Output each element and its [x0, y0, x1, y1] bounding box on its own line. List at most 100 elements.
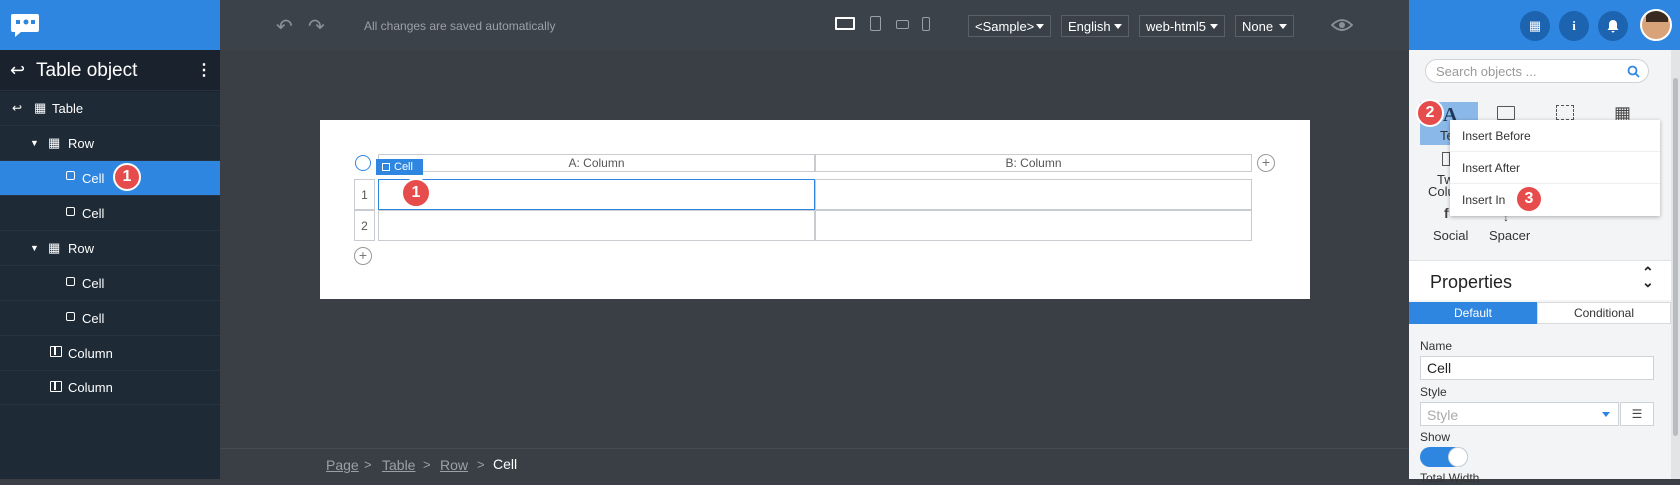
tree-item-cell[interactable]: Cell — [0, 265, 220, 300]
redo-icon[interactable]: ↷ — [308, 14, 325, 39]
two-column-icon[interactable] — [1442, 152, 1450, 166]
show-label: Show — [1420, 430, 1451, 444]
app-logo[interactable] — [0, 0, 220, 50]
more-vert-icon[interactable]: ⋮ — [196, 60, 212, 80]
step-badge: 1 — [113, 163, 141, 191]
tree-item-cell[interactable]: Cell — [0, 300, 220, 335]
tree-item-table[interactable]: ↩ ▦ Table — [0, 90, 220, 125]
social-icon[interactable]: f — [1444, 205, 1449, 221]
desktop-icon[interactable] — [835, 17, 855, 30]
tree-item-cell[interactable]: Cell — [0, 195, 220, 230]
save-status: All changes are saved automatically — [364, 19, 556, 33]
table-cell-2b[interactable] — [815, 210, 1252, 241]
tree-item-label: Cell — [82, 275, 105, 291]
tree-item-column[interactable]: Column — [0, 370, 220, 405]
frame-icon[interactable] — [1556, 105, 1574, 120]
collapse-icon[interactable]: ⌃ ⌄ — [1642, 265, 1654, 289]
object-label-social: Social — [1433, 228, 1469, 243]
apps-grid-icon[interactable]: ▦ — [1520, 11, 1550, 41]
breadcrumb-separator: > — [477, 457, 485, 472]
caret-down-icon[interactable]: ▼ — [30, 138, 39, 148]
tab-default[interactable]: Default — [1409, 302, 1537, 324]
caret-down-icon — [1602, 412, 1610, 417]
tablet-landscape-icon[interactable] — [896, 20, 909, 29]
scrollbar-thumb[interactable] — [1673, 78, 1678, 436]
column-header-b[interactable]: B: Column — [815, 154, 1252, 172]
name-field[interactable]: Cell — [1420, 356, 1654, 380]
preview-eye-icon[interactable] — [1331, 18, 1353, 32]
tree-item-cell-selected[interactable]: Cell 1 — [0, 160, 220, 195]
breadcrumb-page[interactable]: Page — [326, 457, 359, 473]
tablet-icon[interactable] — [870, 16, 881, 31]
breadcrumb-table[interactable]: Table — [382, 457, 415, 473]
tree-item-label: Row — [68, 240, 95, 256]
table-cell-1a-selected[interactable] — [378, 179, 815, 210]
properties-title: Properties — [1430, 272, 1513, 292]
caret-down-icon[interactable]: ▼ — [30, 243, 39, 253]
avatar[interactable] — [1640, 9, 1672, 41]
tree-item-row[interactable]: ▼ ▦ Row — [0, 230, 220, 265]
image-icon[interactable] — [1497, 106, 1515, 120]
tree-item-row[interactable]: ▼ ▦ Row — [0, 125, 220, 160]
dropdown-value: None — [1242, 18, 1274, 34]
cell-tag[interactable]: Cell — [376, 159, 423, 175]
tree-item-label: Cell — [82, 170, 105, 186]
search-icon[interactable] — [1627, 65, 1640, 78]
channel-dropdown[interactable]: web-html5 — [1139, 15, 1225, 37]
tab-conditional[interactable]: Conditional — [1537, 302, 1671, 324]
scrollbar[interactable] — [1671, 50, 1680, 479]
undo-icon[interactable]: ↶ — [276, 14, 293, 39]
table-icon: ▦ — [34, 100, 47, 115]
show-toggle[interactable] — [1420, 447, 1468, 467]
table-cell-2a[interactable] — [378, 210, 815, 241]
style-edit-button[interactable]: ☰ — [1620, 402, 1654, 426]
bell-icon[interactable] — [1598, 11, 1628, 41]
table-cell-1b[interactable] — [815, 179, 1252, 210]
panel-title: Table object — [36, 60, 138, 81]
search-objects-input[interactable]: Search objects ... — [1425, 59, 1649, 83]
step-badge: 3 — [1515, 185, 1543, 213]
back-arrow-icon[interactable]: ↩ — [10, 60, 25, 81]
cell-square-icon — [66, 277, 75, 286]
breadcrumb-row[interactable]: Row — [440, 457, 468, 473]
cell-square-icon — [382, 163, 390, 171]
toggle-knob — [1448, 447, 1468, 467]
step-badge: 1 — [401, 178, 431, 208]
tree-item-column[interactable]: Column — [0, 335, 220, 370]
language-dropdown[interactable]: English — [1061, 15, 1129, 37]
none-dropdown[interactable]: None — [1235, 15, 1294, 37]
row-header-1[interactable]: 1 — [354, 179, 375, 210]
table-select-handle[interactable] — [355, 155, 371, 171]
row-header-2[interactable]: 2 — [354, 210, 375, 241]
dropdown-value: web-html5 — [1146, 18, 1206, 34]
tree-item-label: Cell — [82, 205, 105, 221]
phone-icon[interactable] — [922, 17, 930, 31]
sample-dropdown[interactable]: <Sample> — [968, 15, 1051, 37]
caret-down-icon — [1210, 24, 1218, 29]
dropdown-value: English — [1068, 18, 1111, 34]
column-icon — [50, 381, 62, 392]
step-badge: 2 — [1416, 99, 1444, 127]
row-grid-icon: ▦ — [48, 135, 61, 150]
object-label-spacer: Spacer — [1489, 228, 1531, 243]
style-select[interactable]: Style — [1420, 402, 1619, 426]
menu-insert-in[interactable]: Insert In — [1450, 184, 1660, 216]
breadcrumb-current: Cell — [493, 456, 518, 472]
cell-square-icon — [66, 312, 75, 321]
tree-item-label: Table — [52, 100, 84, 116]
caret-down-icon — [1114, 24, 1122, 29]
style-label: Style — [1420, 385, 1447, 399]
dropdown-value: <Sample> — [975, 18, 1035, 34]
add-row-button[interactable]: + — [354, 247, 372, 265]
panel-header: ↩ Table object ⋮ — [0, 50, 220, 92]
breadcrumb-separator: > — [423, 457, 431, 472]
add-column-button[interactable]: + — [1257, 154, 1275, 172]
info-icon[interactable]: i — [1559, 11, 1589, 41]
column-header-a[interactable]: A: Column — [378, 154, 815, 172]
cell-square-icon — [66, 207, 75, 216]
insert-context-menu: Insert Before Insert After Insert In — [1450, 120, 1660, 216]
name-label: Name — [1420, 339, 1453, 353]
menu-insert-before[interactable]: Insert Before — [1450, 120, 1660, 152]
back-arrow-icon[interactable]: ↩ — [12, 101, 22, 115]
menu-insert-after[interactable]: Insert After — [1450, 152, 1660, 184]
